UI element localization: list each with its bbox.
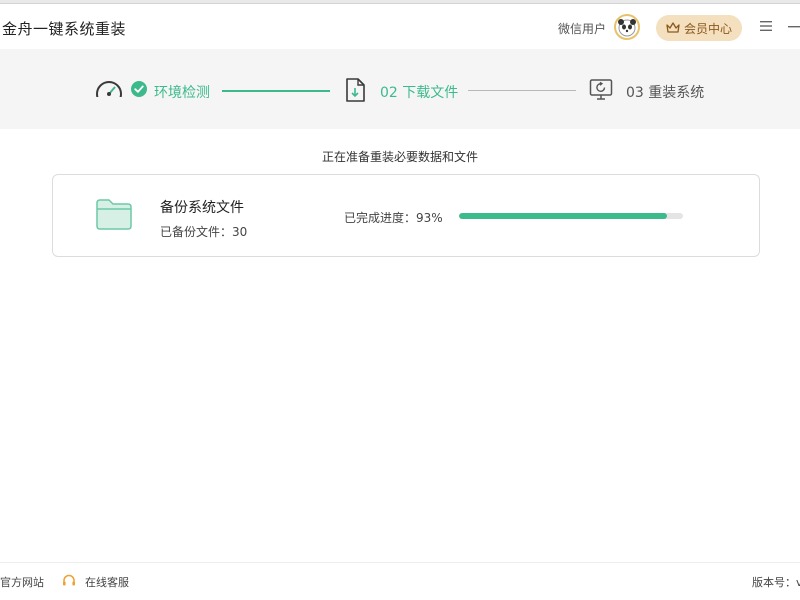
steps-bar: 环境检测 02 下载文件 03 重装系统 [0, 49, 800, 129]
step-connector-done [222, 90, 330, 92]
status-message: 正在准备重装必要数据和文件 [321, 150, 478, 164]
step-env-check: 环境检测 [154, 85, 210, 101]
crown-icon [666, 22, 680, 33]
check-circle-icon [131, 81, 147, 97]
footer: 官方网站 在线客服 版本号：v [0, 562, 800, 600]
avatar[interactable] [614, 14, 640, 40]
backed-up-count: 已备份文件：30 [160, 225, 248, 239]
title-bar: 金舟一键系统重装 微信用户 会员中心 [0, 4, 800, 49]
monitor-refresh-icon [589, 78, 613, 102]
step-download-files: 02 下载文件 [380, 85, 459, 101]
app-title: 金舟一键系统重装 [2, 20, 127, 38]
app-window: 金舟一键系统重装 微信用户 会员中心 环境检测 02 下载文件 03 重装系统 … [0, 3, 800, 600]
step-connector-pending [468, 90, 576, 91]
vip-center-label: 会员中心 [683, 21, 732, 36]
version-label: 版本号：v [752, 576, 800, 589]
progress-bar [459, 213, 683, 219]
official-site-link[interactable]: 官方网站 [0, 574, 44, 590]
progress-label: 已完成进度：93% [344, 211, 443, 225]
task-title: 备份系统文件 [160, 200, 244, 216]
gauge-icon [94, 79, 124, 97]
download-file-icon [344, 78, 366, 102]
vip-center-button[interactable]: 会员中心 [656, 15, 742, 41]
backup-task-card: 备份系统文件 已备份文件：30 已完成进度：93% [52, 174, 760, 257]
panda-avatar-icon [618, 19, 636, 37]
online-service-link[interactable]: 在线客服 [85, 574, 129, 590]
user-label[interactable]: 微信用户 [558, 20, 606, 37]
menu-icon[interactable] [758, 18, 774, 34]
headset-icon[interactable] [62, 573, 76, 587]
folder-icon [95, 197, 133, 231]
step-reinstall-system: 03 重装系统 [626, 85, 705, 101]
minimize-icon[interactable] [786, 18, 800, 34]
progress-fill [459, 213, 668, 219]
